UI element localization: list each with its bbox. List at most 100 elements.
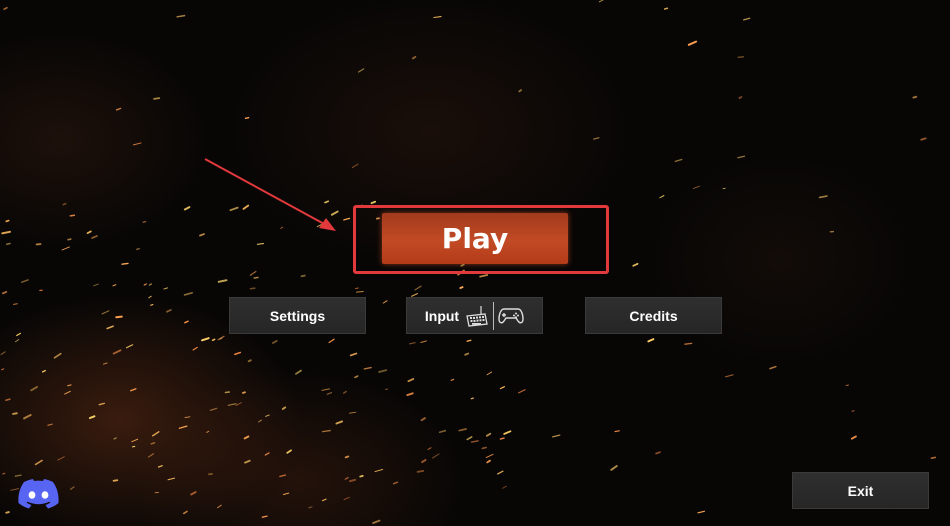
ember-spark	[253, 276, 259, 279]
ember-spark	[499, 386, 505, 390]
ember-spark	[372, 519, 381, 524]
ember-spark	[184, 416, 191, 418]
ember-spark	[136, 247, 141, 251]
ember-spark	[249, 270, 257, 276]
ember-spark	[374, 468, 384, 473]
ember-spark	[178, 425, 188, 429]
settings-button[interactable]: Settings	[229, 297, 366, 334]
ember-spark	[351, 163, 359, 169]
play-button[interactable]: Play	[382, 213, 568, 264]
ember-spark	[316, 223, 323, 228]
ember-spark	[256, 242, 264, 245]
ember-spark	[503, 430, 512, 435]
ember-spark	[184, 320, 189, 324]
main-menu-screen: Play Settings Input Credits Exit	[0, 0, 950, 526]
ember-spark	[176, 14, 186, 18]
ember-spark	[684, 342, 693, 345]
ember-spark	[407, 378, 415, 383]
ember-spark	[14, 339, 20, 343]
ember-spark	[344, 455, 350, 459]
ember-spark	[217, 335, 225, 341]
ember-spark	[485, 432, 492, 437]
ember-spark	[30, 386, 38, 392]
ember-spark	[355, 291, 364, 293]
ember-spark	[433, 16, 442, 19]
ember-spark	[234, 351, 242, 356]
ember-spark	[157, 465, 163, 468]
ember-spark	[115, 315, 123, 319]
ember-spark	[148, 283, 153, 286]
ember-spark	[427, 447, 432, 450]
ember-spark	[131, 438, 139, 443]
ember-spark	[67, 384, 72, 387]
ember-spark	[182, 510, 188, 515]
discord-icon[interactable]	[17, 478, 60, 512]
ember-spark	[354, 287, 359, 290]
ember-spark	[280, 226, 284, 229]
ember-spark	[470, 397, 474, 400]
ember-spark	[219, 337, 223, 340]
ember-spark	[343, 217, 351, 221]
ember-spark	[216, 504, 222, 509]
ember-spark	[687, 40, 698, 46]
ember-spark	[150, 303, 154, 306]
ember-spark	[363, 366, 372, 370]
ember-spark	[738, 96, 743, 100]
ember-spark	[486, 459, 491, 464]
ember-spark	[300, 274, 306, 278]
ember-spark	[486, 371, 493, 376]
ember-spark	[438, 429, 447, 434]
ember-spark	[235, 402, 242, 406]
ember-spark	[466, 436, 473, 441]
ember-spark	[41, 369, 46, 373]
ember-spark	[217, 279, 228, 283]
ember-spark	[88, 415, 96, 419]
ember-spark	[209, 407, 218, 412]
ember-spark	[458, 428, 467, 432]
credits-button[interactable]: Credits	[585, 297, 722, 334]
ember-spark	[201, 337, 210, 342]
input-button[interactable]: Input	[406, 297, 543, 334]
ember-spark	[614, 430, 620, 433]
ember-spark	[1, 291, 8, 295]
ember-spark	[3, 6, 8, 10]
ember-spark	[5, 219, 10, 223]
ember-spark	[206, 430, 210, 433]
ember-spark	[450, 378, 455, 381]
ember-spark	[324, 200, 330, 204]
ember-spark	[349, 411, 357, 414]
ember-spark	[183, 206, 191, 211]
ember-spark	[13, 303, 18, 305]
ember-spark	[101, 310, 110, 315]
ember-spark	[330, 210, 339, 216]
ember-spark	[53, 352, 62, 359]
exit-button[interactable]: Exit	[792, 472, 929, 509]
ember-spark	[183, 291, 193, 296]
ember-spark	[328, 338, 335, 344]
keyboard-icon	[466, 305, 488, 327]
ember-spark	[12, 412, 18, 415]
ember-spark	[244, 459, 251, 464]
ember-spark	[432, 453, 440, 459]
ember-spark	[211, 338, 216, 342]
ember-spark	[518, 389, 526, 394]
ember-spark	[392, 481, 399, 485]
ember-spark	[1, 230, 11, 235]
ember-spark	[167, 477, 176, 481]
ember-spark	[593, 137, 600, 140]
settings-button-label: Settings	[269, 307, 326, 324]
ember-spark	[23, 414, 32, 420]
ember-spark	[265, 414, 270, 417]
ember-spark	[378, 369, 388, 373]
ember-spark	[632, 262, 639, 267]
ember-spark	[326, 392, 332, 395]
ember-spark	[466, 339, 472, 342]
ember-spark	[93, 283, 99, 287]
ember-spark	[598, 0, 604, 3]
ember-spark	[286, 449, 292, 454]
ember-spark	[647, 338, 655, 343]
ember-spark	[106, 325, 114, 330]
ember-spark	[5, 398, 11, 401]
ember-spark	[86, 230, 92, 235]
ember-spark	[47, 423, 53, 426]
